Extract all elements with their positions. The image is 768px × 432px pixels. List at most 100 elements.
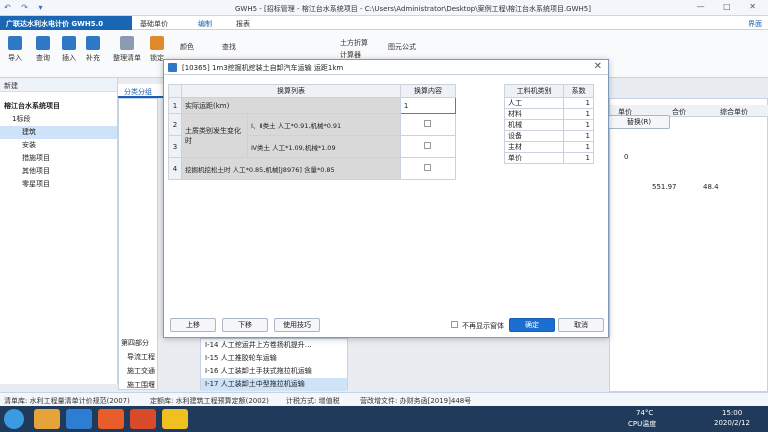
status-bar: 清单库: 水利工程量清单计价规范(2007) 定额库: 水利建筑工程预算定额(2… [0,392,768,406]
close-icon[interactable]: ✕ [594,61,602,72]
option-checkbox[interactable] [424,120,432,127]
move-up-button[interactable]: 上移 [170,318,216,332]
table-row[interactable]: 材料 1 [503,108,594,120]
status-tax: 计税方式: 增值税 [286,397,340,405]
query-icon [36,36,50,50]
tab-category-group[interactable]: 分类分组 [118,84,166,98]
tree-item-install[interactable]: 安装 [0,139,117,152]
bg-list-item[interactable]: 施工交通 [127,365,155,378]
dialog-title: [10365] 1m3挖掘机挖装土自卸汽车运输 运距1km [182,64,344,72]
import-button[interactable]: 导入 [4,36,26,63]
app-icon[interactable] [162,409,188,429]
row-number: 2 [168,113,182,136]
taskbar: 74°C CPU温度 15:00 2020/2/12 [0,406,768,432]
app-icon[interactable] [130,409,156,429]
clock-time: 15:00 [722,409,743,417]
row-checkbox-cell[interactable] [399,113,457,136]
coefficient-value[interactable]: 1 [563,130,594,142]
cancel-button[interactable]: 取消 [558,318,604,332]
row-label: 挖掘机挖松土时 人工*0.85,机械[J8976] 含量*0.85 [181,157,401,180]
col-conversion-content: 换算内容 [399,84,457,98]
coefficient-value[interactable]: 1 [563,119,594,131]
bg-quota-list: I-14 人工挖运井上方卷扬机提升… I-15 人工推胶轮车运输 I-16 人工… [200,338,348,391]
table-row[interactable]: 机械 1 [503,119,594,131]
supplement-icon [86,36,100,50]
table-row[interactable]: 设备 1 [503,130,594,142]
quick-access-icons[interactable]: ↶ ↷ ▾ [4,3,47,12]
list-item[interactable]: I-14 人工挖运井上方卷扬机提升… [201,339,347,352]
query-button[interactable]: 查询 [32,36,54,63]
table-row[interactable]: 2 土质类别发生变化时 Ⅰ、Ⅱ类土 人工*0.91,机械*0.91 [168,113,457,158]
replace-button[interactable]: 替换(R) [608,115,670,129]
bg-list-item[interactable]: 导流工程 [127,351,155,364]
col-coefficient: 系数 [563,84,594,98]
tree-item-other[interactable]: 其他项目 [0,165,117,178]
tree-item-section[interactable]: 1标段 [0,113,117,126]
option-checkbox[interactable] [424,164,432,171]
row-checkbox-cell[interactable] [399,157,457,180]
table-row[interactable]: 4 挖掘机挖松土时 人工*0.85,机械[J8976] 含量*0.85 [168,157,457,180]
sidebar-header[interactable]: 新建 [0,78,117,92]
start-icon[interactable] [4,409,24,429]
app-icon[interactable] [98,409,124,429]
list-item[interactable]: I-15 人工推胶轮车运输 [201,352,347,365]
menu-item-report[interactable]: 报表 [236,19,250,29]
resource-category: 材料 [503,108,565,120]
color-button[interactable]: 颜色 [180,42,194,52]
coefficient-value[interactable]: 1 [563,108,594,120]
no-show-checkbox[interactable] [451,321,458,328]
col-resource-category: 工料机类别 [503,84,565,98]
table-row[interactable]: 1 实际运距(km) 1 [168,97,457,114]
status-quota: 定额库: 水利建筑工程预算定额(2002) [150,397,269,405]
row-label: Ⅰ、Ⅱ类土 人工*0.91,机械*0.91 [247,113,401,136]
dialog-app-icon [168,63,177,72]
bg-value-unit: 551.97 [652,183,677,191]
col-conversion-list: 换算列表 [181,84,401,98]
menu-item-basic-price[interactable]: 基础单价 [140,19,168,29]
move-down-button[interactable]: 下移 [222,318,268,332]
find-button[interactable]: 查找 [222,42,236,52]
coefficient-value[interactable]: 1 [563,97,594,109]
gwh-app-icon[interactable] [66,409,92,429]
tree-item-project[interactable]: 榕江台水系统项目 [0,100,117,113]
supplement-button[interactable]: 补充 [82,36,104,63]
earthwork-convert-button[interactable]: 土方折算 [340,38,368,48]
insert-icon [62,36,76,50]
table-row[interactable]: 主材 1 [503,141,594,153]
coefficient-value[interactable]: 1 [563,152,594,164]
window-controls[interactable]: — □ ✕ [697,2,764,11]
resource-category: 人工 [503,97,565,109]
tree-item-misc[interactable]: 零星项目 [0,178,117,191]
status-doc: 营改增文件: 办财务函[2019]448号 [360,397,472,405]
list-item[interactable]: I-17 人工装卸土中型拖拉机运输 [201,378,347,391]
bg-value-total: 48.4 [703,183,719,191]
row-number: 1 [168,97,182,114]
organize-list-button[interactable]: 整理清单 [112,36,142,63]
conversion-table: 换算列表 换算内容 1 实际运距(km) 1 2 土质类别发生变化时 Ⅰ、Ⅱ类土… [168,84,457,180]
ok-button[interactable]: 确定 [509,318,555,332]
distance-input[interactable]: 1 [399,97,457,114]
insert-button[interactable]: 插入 [58,36,80,63]
tree-item-building[interactable]: 建筑 [0,126,117,139]
title-bar: ↶ ↷ ▾ GWH5 - [招标管理 - 榕江台水系统项目 - C:\Users… [0,0,768,16]
row-group-label: 土质类别发生变化时 [181,113,248,158]
interface-menu[interactable]: 界面 [748,19,762,29]
bg-list-item[interactable]: 施工围堰 [127,379,155,392]
coefficient-value[interactable]: 1 [563,141,594,153]
row-checkbox-cell[interactable] [399,135,457,158]
list-item[interactable]: I-16 人工装卸土手扶式拖拉机运输 [201,365,347,378]
tree-item-measures[interactable]: 措施项目 [0,152,117,165]
usage-tips-button[interactable]: 使用技巧 [274,318,320,332]
resource-coefficient-table: 工料机类别 系数 人工 1 材料 1 机械 1 设备 1 主材 1 单价 1 [503,84,594,164]
file-explorer-icon[interactable] [34,409,60,429]
element-formula-button[interactable]: 图元公式 [388,42,416,52]
cpu-temp-label: CPU温度 [628,420,657,428]
table-row[interactable]: 人工 1 [503,97,594,109]
bg-value-zero: 0 [624,153,629,161]
bg-list-item[interactable]: 第四部分 [121,337,149,350]
row-number: 4 [168,157,182,180]
option-checkbox[interactable] [424,142,432,149]
table-row[interactable]: 单价 1 [503,152,594,164]
no-show-label: 不再显示窗体 [462,322,504,330]
bg-left-panel: 第四部分 导流工程 施工交通 施工围堰 [118,98,158,390]
